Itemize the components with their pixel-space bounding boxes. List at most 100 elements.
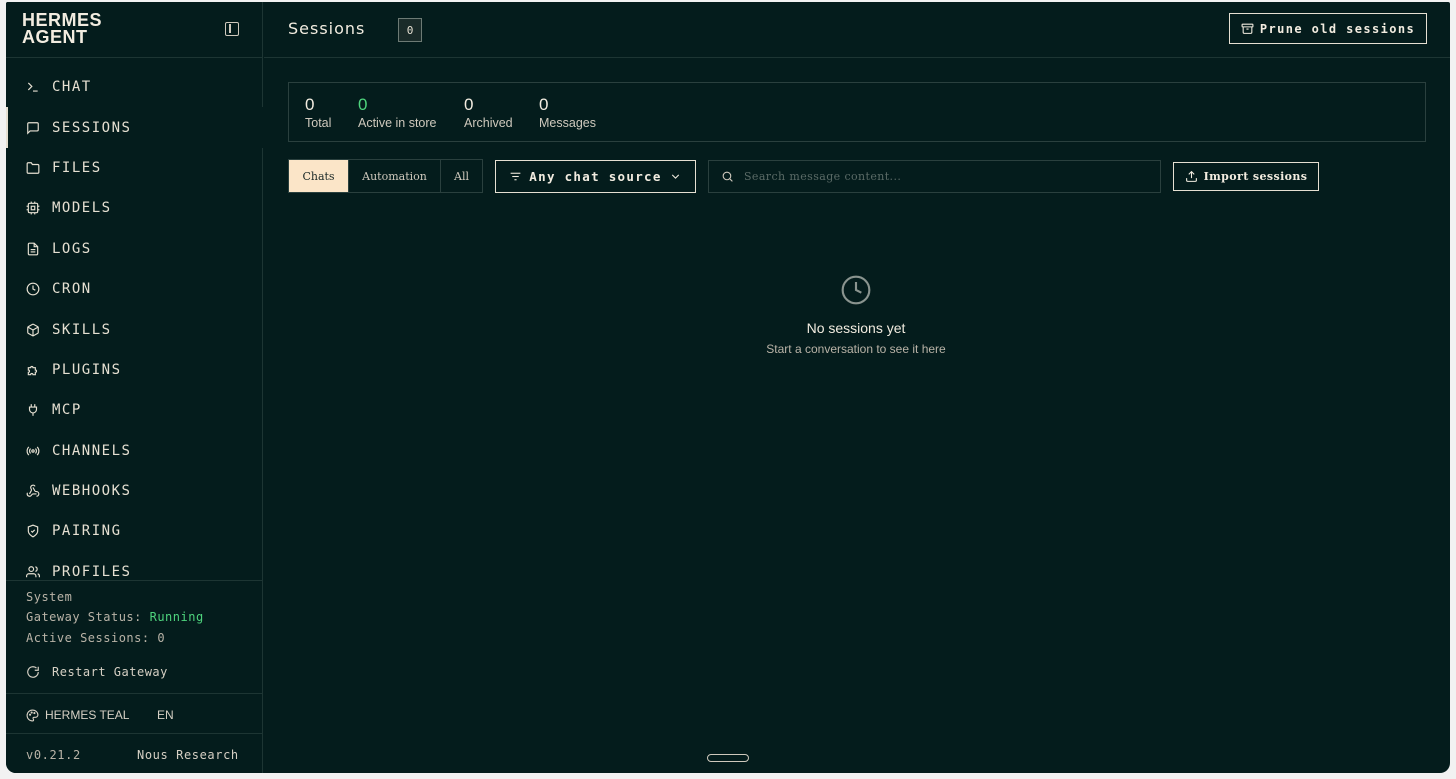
- sidebar-item-label: LOGS: [52, 240, 92, 257]
- search-input[interactable]: [744, 170, 1144, 183]
- stat-value: 0: [358, 95, 368, 114]
- package-icon: [26, 323, 40, 337]
- tab-all[interactable]: All: [441, 160, 482, 192]
- tab-chats[interactable]: Chats: [289, 160, 349, 192]
- gateway-status-value: Running: [149, 610, 204, 624]
- sidebar-item-label: CHAT: [52, 79, 92, 96]
- stats-panel: 0 Total 0 Active in store 0 Archived 0 M…: [288, 82, 1426, 142]
- stat-messages: 0 Messages: [539, 95, 596, 131]
- prune-old-sessions-button[interactable]: Prune old sessions: [1229, 13, 1427, 44]
- sidebar-item-label: SESSIONS: [52, 119, 132, 136]
- sidebar-item-label: PAIRING: [52, 523, 122, 540]
- brand-header: HERMES AGENT: [6, 2, 263, 58]
- sidebar-item-models[interactable]: MODELS: [6, 188, 263, 228]
- stat-total: 0 Total: [305, 95, 331, 131]
- system-heading: System: [26, 590, 73, 604]
- sidebar-item-plugins[interactable]: PLUGINS: [6, 350, 263, 390]
- sidebar-item-skills[interactable]: SKILLS: [6, 309, 263, 349]
- sidebar-item-label: PLUGINS: [52, 361, 122, 378]
- sidebar-item-label: CRON: [52, 281, 92, 298]
- sidebar-item-pairing[interactable]: PAIRING: [6, 511, 263, 551]
- tab-automation[interactable]: Automation: [349, 160, 441, 192]
- system-panel: System Gateway Status: Running Active Se…: [6, 580, 263, 694]
- palette-icon: [26, 709, 39, 721]
- language-switcher[interactable]: EN: [157, 708, 174, 722]
- gateway-status: Gateway Status: Running: [26, 610, 204, 624]
- sidebar-item-mcp[interactable]: MCP: [6, 390, 263, 430]
- version-label: v0.21.2: [26, 748, 81, 762]
- archive-icon: [1241, 23, 1254, 34]
- sidebar-item-chat[interactable]: CHAT: [6, 67, 263, 107]
- plug-icon: [26, 403, 40, 417]
- search-box: [708, 160, 1161, 193]
- active-sessions-value: 0: [157, 631, 166, 645]
- sidebar-item-cron[interactable]: CRON: [6, 269, 263, 309]
- sidebar-nav: CHAT SESSIONS FILES MODELS LOGS CRON SKI…: [6, 67, 263, 592]
- home-indicator[interactable]: [707, 754, 749, 762]
- filter-icon: [510, 172, 521, 181]
- puzzle-icon: [26, 363, 40, 377]
- stat-label: Total: [305, 116, 332, 130]
- prune-label: Prune old sessions: [1259, 21, 1416, 36]
- sidebar-item-webhooks[interactable]: WEBHOOKS: [6, 471, 263, 511]
- file-text-icon: [26, 242, 40, 256]
- clock-icon: [841, 275, 871, 305]
- refresh-icon: [27, 666, 39, 678]
- sidebar-item-sessions[interactable]: SESSIONS: [6, 107, 263, 148]
- app-window: HERMES AGENT CHAT SESSIONS FILES MODELS …: [6, 2, 1450, 773]
- sidebar-item-label: CHANNELS: [52, 442, 132, 459]
- stat-label: Archived: [464, 116, 513, 130]
- chat-source-dropdown[interactable]: Any chat source: [495, 160, 696, 193]
- terminal-icon: [26, 80, 40, 94]
- theme-label: HERMES TEAL: [45, 708, 130, 722]
- page-title: Sessions: [288, 19, 366, 38]
- shield-icon: [26, 524, 40, 538]
- stat-value: 0: [305, 95, 315, 114]
- page-header: Sessions 0 Prune old sessions: [264, 2, 1450, 58]
- chevron-down-icon: [671, 174, 679, 179]
- sidebar: HERMES AGENT CHAT SESSIONS FILES MODELS …: [6, 2, 263, 773]
- stat-label: Active in store: [358, 116, 437, 130]
- empty-state: No sessions yet Start a conversation to …: [706, 274, 1006, 356]
- sidebar-item-logs[interactable]: LOGS: [6, 229, 263, 269]
- sidebar-item-label: WEBHOOKS: [52, 483, 132, 500]
- chat-source-label: Any chat source: [529, 169, 662, 184]
- upload-icon: [1185, 170, 1197, 182]
- sidebar-item-channels[interactable]: CHANNELS: [6, 431, 263, 471]
- app-logo-text: HERMES AGENT: [22, 10, 103, 47]
- stat-value: 0: [539, 95, 549, 114]
- sidebar-item-label: FILES: [52, 159, 102, 176]
- search-icon: [722, 171, 733, 182]
- org-link[interactable]: Nous Research: [137, 748, 239, 762]
- collapse-sidebar-icon[interactable]: [225, 22, 239, 36]
- sidebar-item-label: PROFILES: [52, 563, 132, 580]
- stat-label: Messages: [539, 116, 596, 130]
- stat-active-in-store: 0 Active in store: [358, 95, 437, 131]
- import-sessions-button[interactable]: Import sessions: [1173, 162, 1319, 191]
- stat-value: 0: [464, 95, 474, 114]
- sidebar-item-label: SKILLS: [52, 321, 112, 338]
- folder-icon: [26, 161, 40, 175]
- users-icon: [26, 565, 40, 579]
- clock-icon: [26, 282, 40, 296]
- empty-state-subtitle: Start a conversation to see it here: [766, 342, 946, 356]
- restart-gateway-label: Restart Gateway: [52, 665, 168, 679]
- radio-icon: [26, 444, 40, 458]
- empty-state-title: No sessions yet: [806, 320, 906, 336]
- theme-switcher[interactable]: HERMES TEAL: [26, 708, 129, 722]
- cpu-icon: [26, 201, 40, 215]
- restart-gateway-button[interactable]: Restart Gateway: [26, 665, 168, 679]
- gateway-status-label: Gateway Status:: [26, 610, 142, 624]
- sidebar-footer: v0.21.2 Nous Research: [6, 734, 263, 773]
- sidebar-item-files[interactable]: FILES: [6, 148, 263, 188]
- active-sessions: Active Sessions: 0: [26, 631, 165, 645]
- sidebar-item-label: MODELS: [52, 200, 112, 217]
- session-count-badge: 0: [398, 18, 422, 42]
- theme-row: HERMES TEAL EN: [6, 694, 263, 734]
- webhook-icon: [26, 484, 40, 498]
- active-sessions-label: Active Sessions:: [26, 631, 150, 645]
- stat-archived: 0 Archived: [464, 95, 513, 131]
- message-square-icon: [26, 121, 40, 135]
- session-type-tabs: Chats Automation All: [288, 159, 483, 193]
- import-sessions-label: Import sessions: [1203, 170, 1308, 183]
